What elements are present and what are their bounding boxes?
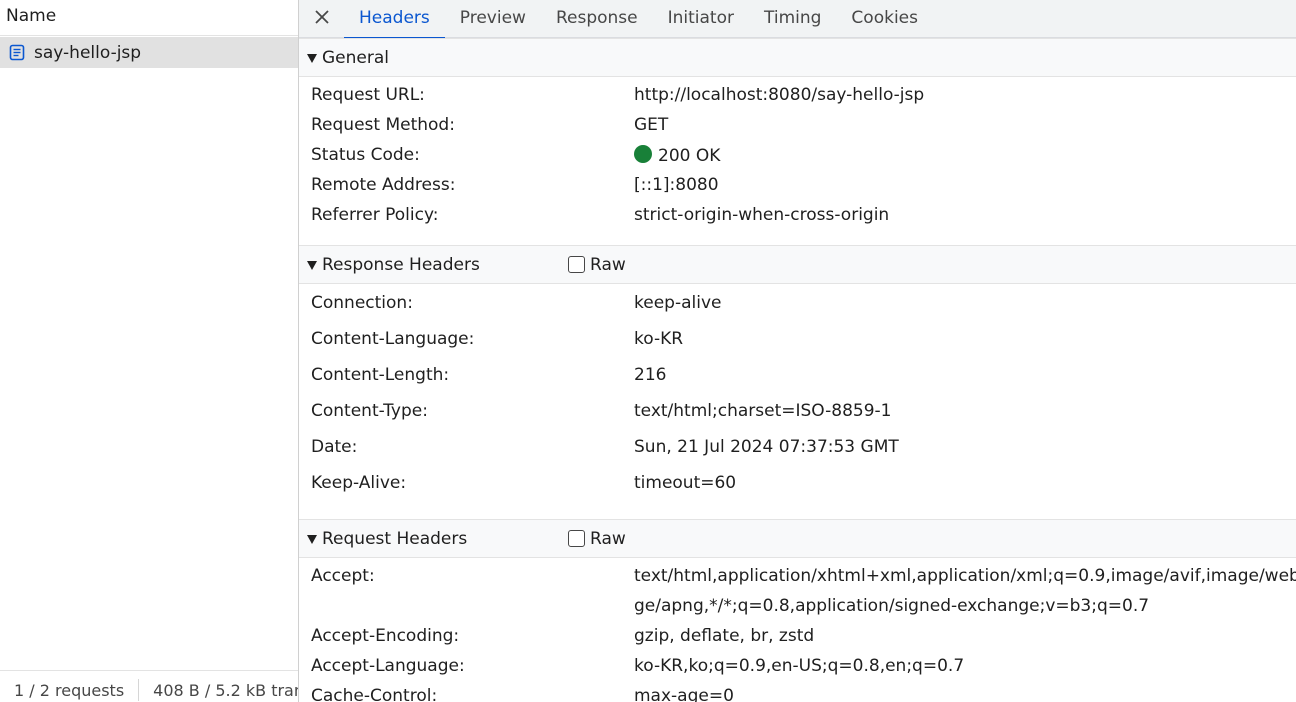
tab-headers[interactable]: Headers <box>344 0 445 39</box>
header-key: Status Code: <box>311 145 420 165</box>
response-headers-section-header[interactable]: Response Headers Raw <box>299 245 1296 284</box>
request-raw-toggle[interactable]: Raw <box>568 520 626 557</box>
header-value: text/html;charset=ISO-8859-1 <box>634 401 892 421</box>
triangle-down-icon <box>307 535 317 544</box>
name-column-label: Name <box>6 6 57 26</box>
request-headers-title: Request Headers <box>322 528 468 549</box>
document-icon <box>8 44 26 62</box>
header-key: Remote Address: <box>311 175 456 195</box>
tab-preview[interactable]: Preview <box>445 0 541 38</box>
header-value: http://localhost:8080/say-hello-jsp <box>634 85 925 105</box>
response-headers-title: Response Headers <box>322 254 480 275</box>
header-key: Content-Type: <box>311 401 428 421</box>
header-key: Accept-Encoding: <box>311 626 460 646</box>
tab-response[interactable]: Response <box>541 0 653 38</box>
status-text: 200 OK <box>658 146 721 166</box>
header-key: Content-Language: <box>311 329 475 349</box>
header-value: Sun, 21 Jul 2024 07:37:53 GMT <box>634 437 899 457</box>
header-value: max-age=0 <box>634 686 734 702</box>
request-list-pane: Name say-hello-jsp 1 / 2 requests 408 B /… <box>0 0 298 702</box>
header-value: timeout=60 <box>634 473 737 493</box>
header-key: Keep-Alive: <box>311 473 407 493</box>
request-row[interactable]: say-hello-jsp <box>0 37 298 68</box>
header-value: ko-KR <box>634 329 684 349</box>
header-value: ko-KR,ko;q=0.9,en-US;q=0.8,en;q=0.7 <box>634 656 965 676</box>
header-key: Date: <box>311 437 358 457</box>
request-name: say-hello-jsp <box>34 42 142 63</box>
general-title: General <box>322 47 389 68</box>
general-section-header[interactable]: General <box>299 38 1296 77</box>
header-key: Referrer Policy: <box>311 205 439 225</box>
header-key: Cache-Control: <box>311 686 438 702</box>
header-value: 216 <box>634 365 667 385</box>
tab-cookies[interactable]: Cookies <box>836 0 933 38</box>
request-headers-section-header[interactable]: Request Headers Raw <box>299 519 1296 558</box>
status-bar: 1 / 2 requests 408 B / 5.2 kB transferred <box>0 670 298 702</box>
header-value: strict-origin-when-cross-origin <box>634 205 890 225</box>
header-value: keep-alive <box>634 293 722 313</box>
header-value: [::1]:8080 <box>634 175 719 195</box>
header-value: gzip, deflate, br, zstd <box>634 626 815 646</box>
raw-checkbox[interactable] <box>568 530 585 547</box>
raw-label: Raw <box>590 254 626 275</box>
triangle-down-icon <box>307 261 317 270</box>
tab-timing[interactable]: Timing <box>749 0 836 38</box>
transfer-size: 408 B / 5.2 kB transferred <box>153 681 298 700</box>
header-key: Connection: <box>311 293 413 313</box>
close-icon <box>314 9 330 29</box>
status-code-value: 200 OK <box>634 145 720 166</box>
detail-tabbar: Headers Preview Response Initiator Timin… <box>299 0 1296 39</box>
header-key: Accept: <box>311 566 375 586</box>
header-key: Request URL: <box>311 85 425 105</box>
header-value: GET <box>634 115 669 135</box>
tab-initiator[interactable]: Initiator <box>653 0 749 38</box>
close-button[interactable] <box>299 0 344 38</box>
header-key: Content-Length: <box>311 365 450 385</box>
status-ok-icon <box>634 145 652 163</box>
header-key: Request Method: <box>311 115 455 135</box>
request-count: 1 / 2 requests <box>14 681 125 700</box>
raw-label: Raw <box>590 528 626 549</box>
name-column-header[interactable]: Name <box>0 0 298 36</box>
header-value: text/html,application/xhtml+xml,applicat… <box>634 566 1296 586</box>
header-key: Accept-Language: <box>311 656 465 676</box>
devtools-network-panel: Name say-hello-jsp 1 / 2 requests 408 B /… <box>0 0 1296 702</box>
raw-checkbox[interactable] <box>568 256 585 273</box>
header-value-continuation: ge/apng,*/*;q=0.8,application/signed-exc… <box>634 596 1150 616</box>
request-detail-pane: Headers Preview Response Initiator Timin… <box>299 0 1296 702</box>
status-divider <box>138 678 140 701</box>
triangle-down-icon <box>307 54 317 63</box>
response-raw-toggle[interactable]: Raw <box>568 246 626 283</box>
